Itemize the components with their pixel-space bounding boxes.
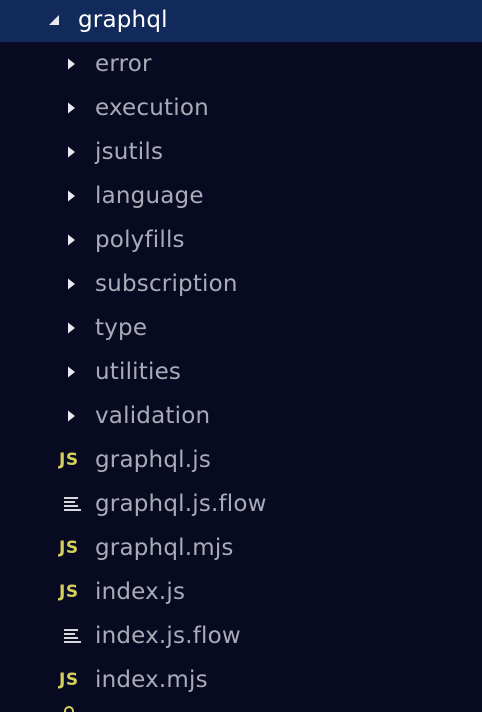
tree-item-folder[interactable]: polyfills [0, 218, 482, 262]
tree-item-folder[interactable]: language [0, 174, 482, 218]
tree-item-label: polyfills [95, 227, 185, 253]
chevron-right-icon[interactable] [64, 145, 78, 159]
tree-item-folder[interactable]: validation [0, 394, 482, 438]
chevron-right-icon[interactable] [64, 57, 78, 71]
chevron-down-icon[interactable] [47, 13, 61, 27]
chevron-right-icon[interactable] [64, 409, 78, 423]
tree-item-label: graphql.js [95, 447, 212, 473]
tree-item-folder[interactable]: error [0, 42, 482, 86]
chevron-right-icon[interactable] [64, 233, 78, 247]
tree-item-file[interactable]: JS index.js [0, 570, 482, 614]
tree-item-folder[interactable]: utilities [0, 350, 482, 394]
tree-item-label: validation [95, 403, 211, 429]
tree-item-file[interactable]: index.js.flow [0, 614, 482, 658]
chevron-right-icon[interactable] [64, 321, 78, 335]
js-file-icon: JS [59, 450, 79, 470]
chevron-right-icon[interactable] [64, 277, 78, 291]
tree-item-label: graphql [78, 7, 168, 33]
tree-item-folder[interactable]: execution [0, 86, 482, 130]
tree-item-label: utilities [95, 359, 182, 385]
tree-item-label: graphql.js.flow [95, 491, 267, 517]
tree-item-file[interactable]: graphql.js.flow [0, 482, 482, 526]
tree-item-folder[interactable]: subscription [0, 262, 482, 306]
js-file-icon: JS [59, 582, 79, 602]
file-icon [64, 706, 74, 712]
tree-item-label: index.js [95, 579, 186, 605]
tree-item-label: error [95, 51, 152, 77]
tree-item-label: type [95, 315, 148, 341]
tree-item-graphql[interactable]: graphql [0, 0, 482, 42]
text-file-icon [64, 628, 82, 644]
tree-item-label: jsutils [95, 139, 164, 165]
chevron-right-icon[interactable] [64, 189, 78, 203]
tree-item-folder[interactable]: jsutils [0, 130, 482, 174]
text-file-icon [64, 496, 82, 512]
tree-item-file[interactable]: JS graphql.mjs [0, 526, 482, 570]
tree-item-label: subscription [95, 271, 238, 297]
file-explorer-tree: graphql error execution jsutils language… [0, 0, 482, 712]
tree-item-folder[interactable]: type [0, 306, 482, 350]
tree-item-file[interactable]: JS index.mjs [0, 658, 482, 702]
tree-item-file-partial[interactable] [0, 702, 482, 712]
js-file-icon: JS [59, 538, 79, 558]
chevron-right-icon[interactable] [64, 365, 78, 379]
tree-item-label: index.mjs [95, 667, 208, 693]
js-file-icon: JS [59, 670, 79, 690]
tree-item-label: graphql.mjs [95, 535, 234, 561]
chevron-right-icon[interactable] [64, 101, 78, 115]
tree-item-label: execution [95, 95, 209, 121]
tree-item-label: index.js.flow [95, 623, 241, 649]
tree-item-file[interactable]: JS graphql.js [0, 438, 482, 482]
tree-item-label: language [95, 183, 204, 209]
